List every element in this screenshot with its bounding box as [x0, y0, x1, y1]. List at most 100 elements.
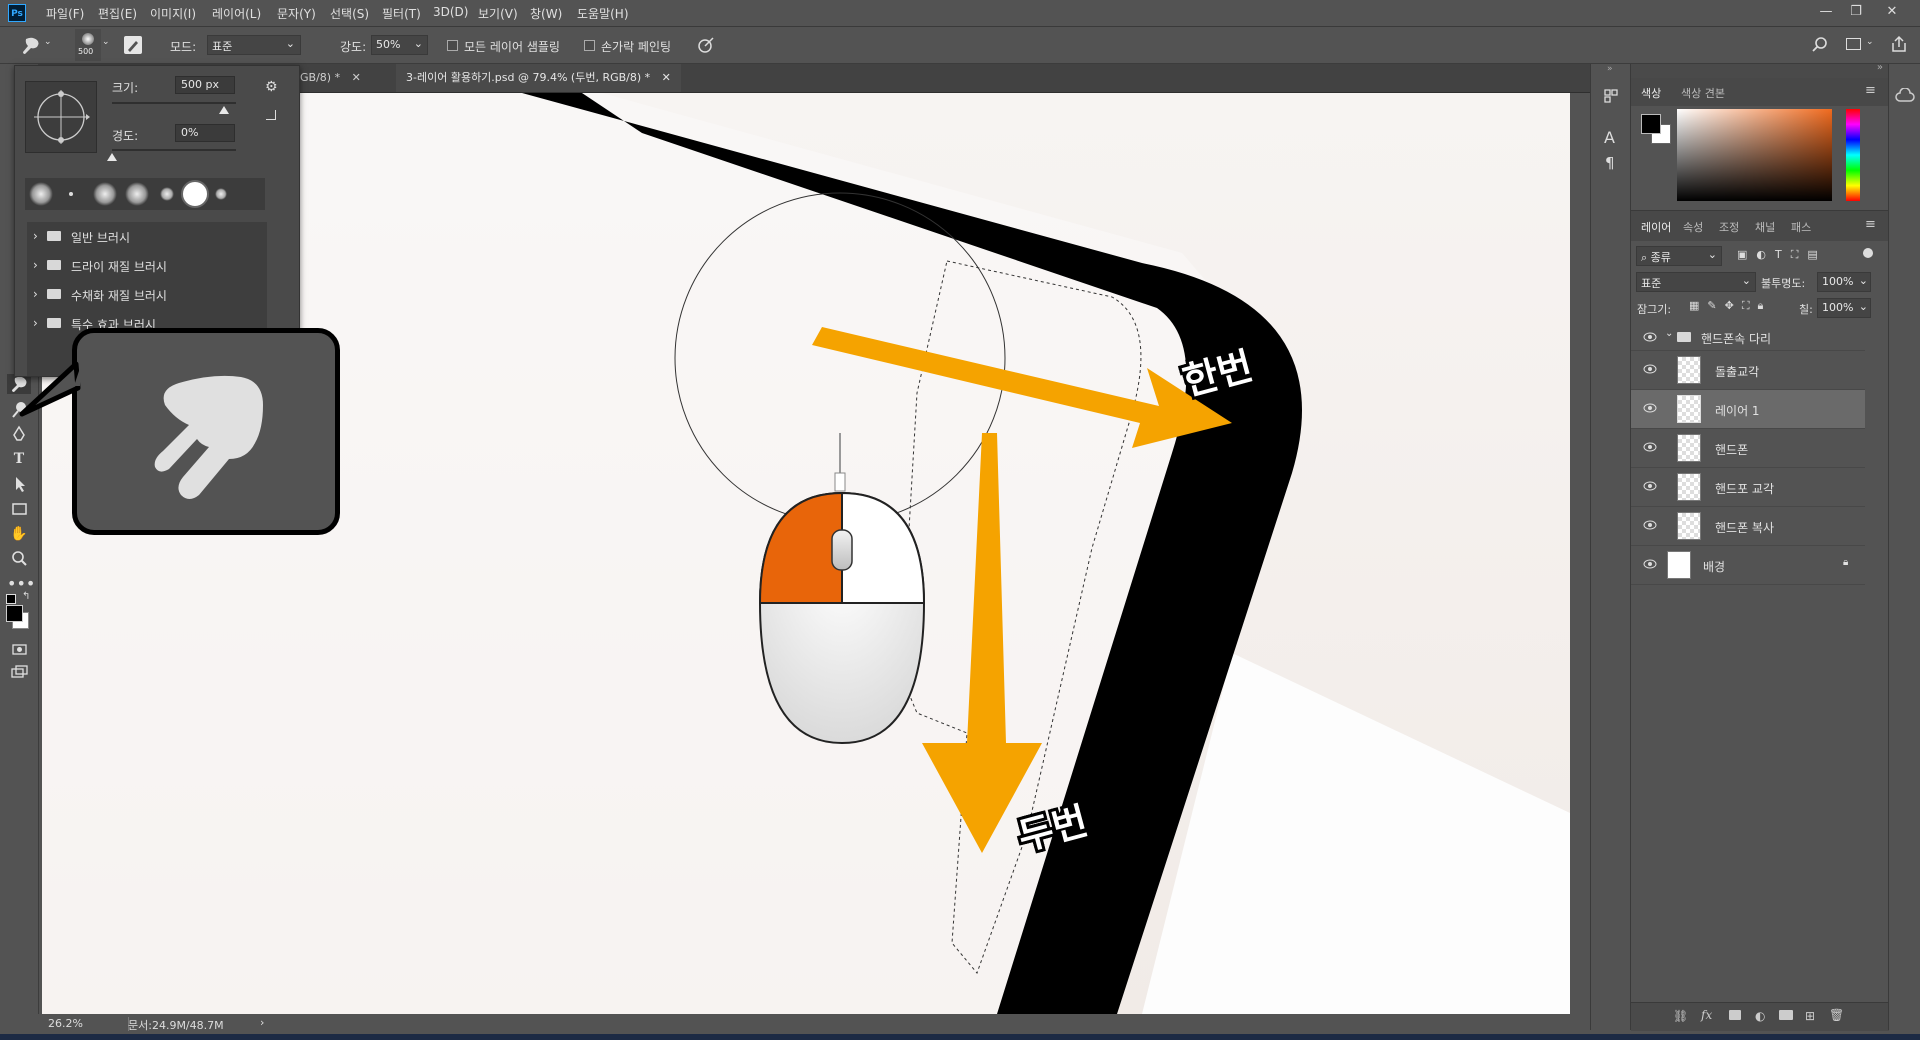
- pen-tool-icon[interactable]: [7, 424, 31, 444]
- hardness-slider-thumb[interactable]: [107, 153, 117, 161]
- brush-swatch-soft[interactable]: [125, 182, 149, 206]
- layer-row[interactable]: 핸드폰 복사: [1631, 507, 1865, 546]
- tool-preset-chevron-icon[interactable]: ⌄: [44, 37, 52, 47]
- panel-menu-icon[interactable]: ≡: [1865, 217, 1876, 232]
- layer-row[interactable]: 핸드폰: [1631, 429, 1865, 468]
- folder-dry-media-brushes[interactable]: › 드라이 재질 브러시: [33, 253, 255, 281]
- brush-swatch-soft[interactable]: [29, 182, 53, 206]
- quick-mask-icon[interactable]: [7, 639, 31, 659]
- foreground-color-swatch[interactable]: [6, 605, 23, 622]
- eye-icon[interactable]: [1643, 519, 1657, 531]
- search-icon[interactable]: [1812, 36, 1830, 54]
- eye-icon[interactable]: [1643, 441, 1657, 453]
- zoom-level[interactable]: 26.2%: [48, 1017, 83, 1030]
- menu-image[interactable]: 이미지(I): [150, 5, 196, 22]
- restore-icon[interactable]: ❐: [1844, 3, 1868, 21]
- brush-swatch-small[interactable]: [215, 188, 227, 200]
- finger-painting-checkbox[interactable]: [584, 40, 595, 51]
- eye-icon[interactable]: [1643, 558, 1657, 570]
- panel-menu-icon[interactable]: ≡: [1865, 83, 1876, 98]
- character-panel-icon[interactable]: A: [1604, 128, 1615, 147]
- tab-paths[interactable]: 패스: [1791, 219, 1811, 235]
- document-tab-2[interactable]: 3-레이어 활용하기.psd @ 79.4% (두번, RGB/8) * ✕: [396, 64, 681, 92]
- new-preset-icon[interactable]: [266, 110, 276, 120]
- close-icon[interactable]: ✕: [1880, 3, 1904, 21]
- tab-swatches[interactable]: 색상 견본: [1681, 85, 1725, 101]
- default-colors-icon[interactable]: [6, 594, 16, 604]
- menu-layer[interactable]: 레이어(L): [212, 5, 261, 22]
- menu-3d[interactable]: 3D(D): [433, 5, 468, 19]
- folder-wet-media-brushes[interactable]: › 수채화 재질 브러시: [33, 282, 255, 310]
- fill-field[interactable]: 100% ⌄: [1817, 298, 1871, 318]
- layer-row[interactable]: 돌출교각: [1631, 351, 1865, 390]
- history-icon[interactable]: [1602, 87, 1620, 105]
- delete-layer-icon[interactable]: 🗑︎: [1829, 1008, 1844, 1022]
- hardness-slider-track[interactable]: [112, 149, 236, 151]
- creative-cloud-libraries-icon[interactable]: [1895, 88, 1915, 104]
- opacity-field[interactable]: 100% ⌄: [1817, 272, 1871, 292]
- tab-adjustments[interactable]: 조정: [1719, 219, 1739, 235]
- brush-angle-preview[interactable]: [25, 81, 97, 153]
- smudge-tool-icon[interactable]: [20, 35, 42, 55]
- minimize-icon[interactable]: —: [1814, 3, 1838, 21]
- tab-close-icon[interactable]: ✕: [662, 71, 671, 84]
- hardness-input[interactable]: 0%: [175, 124, 235, 142]
- size-slider-track[interactable]: [112, 102, 236, 104]
- pressure-icon[interactable]: [696, 35, 716, 55]
- new-group-icon[interactable]: [1779, 1010, 1793, 1020]
- rectangle-tool-icon[interactable]: [7, 499, 31, 519]
- workspace-icon[interactable]: [1846, 38, 1861, 50]
- menu-help[interactable]: 도움말(H): [577, 5, 629, 22]
- menu-filter[interactable]: 필터(T): [382, 5, 421, 22]
- background-layer-row[interactable]: 배경 🔒︎: [1631, 546, 1865, 585]
- brush-preset-chevron-icon[interactable]: ⌄: [102, 37, 110, 47]
- photoshop-logo[interactable]: Ps: [8, 4, 26, 22]
- type-tool-icon[interactable]: T: [7, 449, 31, 469]
- brush-swatch-soft[interactable]: [93, 182, 117, 206]
- layer-row-selected[interactable]: 레이어 1: [1631, 390, 1865, 429]
- filter-toggle-icon[interactable]: [1863, 248, 1873, 258]
- tab-color[interactable]: 색상: [1641, 85, 1661, 101]
- mode-select[interactable]: 표준 ⌄: [207, 35, 301, 55]
- brush-preset-button[interactable]: 500: [75, 29, 101, 61]
- folder-general-brushes[interactable]: › 일반 브러시: [33, 224, 255, 252]
- tab-close-icon[interactable]: ✕: [352, 71, 361, 84]
- eye-icon[interactable]: [1643, 331, 1657, 343]
- zoom-tool-icon[interactable]: [7, 549, 31, 569]
- chevron-right-icon[interactable]: ›: [260, 1016, 264, 1029]
- add-mask-icon[interactable]: [1729, 1010, 1741, 1020]
- layer-filter-select[interactable]: ⌕ 종류 ⌄: [1636, 246, 1722, 266]
- blend-mode-select[interactable]: 표준 ⌄: [1636, 272, 1756, 292]
- lock-icons[interactable]: ▦✎✥⛶🔒︎: [1689, 299, 1771, 313]
- link-layers-icon[interactable]: ⛓︎: [1673, 1009, 1688, 1023]
- strength-field[interactable]: 50% ⌄: [371, 35, 428, 55]
- menu-edit[interactable]: 편집(E): [98, 5, 137, 22]
- size-slider-thumb[interactable]: [218, 106, 229, 114]
- hand-tool-icon[interactable]: ✋: [7, 524, 31, 544]
- collapse-arrows-icon[interactable]: »: [1877, 62, 1883, 73]
- layer-filter-icons[interactable]: ▣◐T⛶▤: [1737, 248, 1827, 262]
- new-layer-icon[interactable]: ⊞: [1805, 1009, 1815, 1023]
- brush-swatch-small[interactable]: [160, 187, 174, 201]
- path-selection-tool-icon[interactable]: [7, 474, 31, 494]
- menu-window[interactable]: 창(W): [530, 5, 562, 22]
- layer-style-icon[interactable]: fx: [1701, 1008, 1712, 1022]
- menu-view[interactable]: 보기(V): [478, 5, 518, 22]
- brush-swatch-selected[interactable]: [181, 180, 209, 208]
- layer-row[interactable]: 핸드포 교각: [1631, 468, 1865, 507]
- menu-select[interactable]: 선택(S): [330, 5, 369, 22]
- tab-layers[interactable]: 레이어: [1641, 219, 1671, 235]
- eye-icon[interactable]: [1643, 363, 1657, 375]
- eye-icon[interactable]: [1643, 480, 1657, 492]
- tab-channels[interactable]: 채널: [1755, 219, 1775, 235]
- menu-type[interactable]: 문자(Y): [277, 5, 316, 22]
- swap-colors-icon[interactable]: ↰: [22, 591, 30, 602]
- brush-settings-icon[interactable]: [124, 36, 142, 54]
- size-input[interactable]: 500 px: [175, 76, 235, 94]
- collapse-arrows-icon[interactable]: »: [1607, 64, 1613, 74]
- layer-group-row[interactable]: ⌄ 핸드폰속 다리: [1631, 324, 1865, 351]
- document-tab-1[interactable]: GB/8) * ✕: [290, 64, 371, 92]
- sample-all-layers-checkbox[interactable]: [447, 40, 458, 51]
- screen-mode-icon[interactable]: [7, 662, 31, 682]
- color-picker-field[interactable]: [1677, 109, 1832, 201]
